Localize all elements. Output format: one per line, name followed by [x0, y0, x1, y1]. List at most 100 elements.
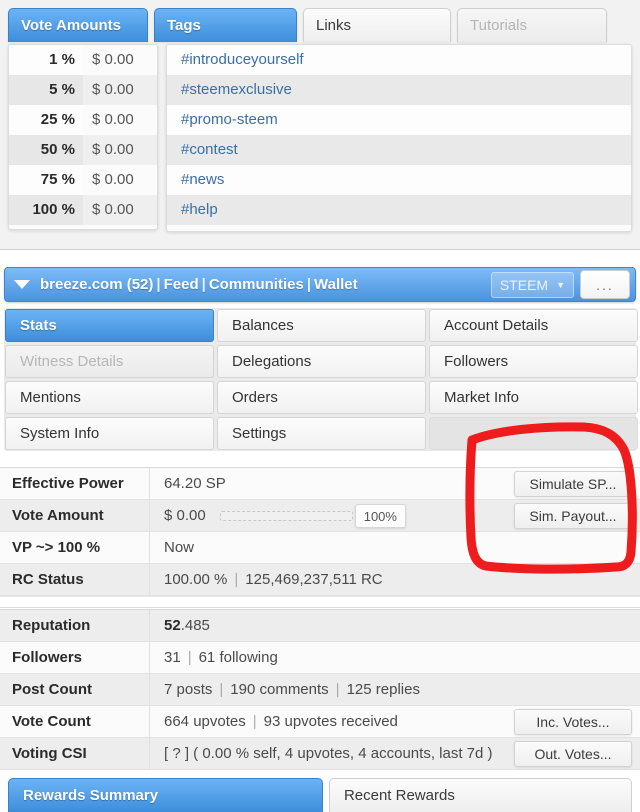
- vote-amount: $ 0.00: [83, 105, 157, 135]
- posts-count: 7 posts: [164, 681, 213, 698]
- tab-tutorials-label: Tutorials: [470, 17, 527, 34]
- table-row: Vote Count 664 upvotes | 93 upvotes rece…: [0, 706, 640, 738]
- table-row[interactable]: 25 % $ 0.00: [9, 105, 157, 135]
- tab-tags-label: Tags: [167, 17, 201, 34]
- table-row[interactable]: 100 % $ 0.00: [9, 195, 157, 225]
- vote-amount: $ 0.00: [83, 195, 157, 225]
- separator: |: [156, 276, 161, 293]
- list-item[interactable]: #steemexclusive: [167, 75, 631, 105]
- currency-select-value: STEEM: [499, 276, 549, 293]
- table-row[interactable]: 75 % $ 0.00: [9, 165, 157, 195]
- tab-links[interactable]: Links: [303, 8, 451, 42]
- top-tab-row: Vote Amounts Tags Links Tutorials: [0, 8, 640, 44]
- tab-rewards-summary-label: Rewards Summary: [23, 787, 159, 804]
- upvotes-given: 664 upvotes: [164, 713, 246, 730]
- more-options-button[interactable]: ...: [580, 270, 630, 299]
- sim-payout-button[interactable]: Sim. Payout...: [514, 503, 632, 529]
- row-label: Effective Power: [0, 468, 150, 499]
- table-row: Vote Amount $ 0.00 100% Sim. Payout...: [0, 500, 640, 532]
- chevron-down-icon: ▼: [556, 279, 565, 290]
- table-row: Reputation 52.485: [0, 610, 640, 642]
- followers-count: 31: [164, 649, 181, 666]
- vote-percent: 50 %: [40, 141, 75, 158]
- vp-recharge-value: Now: [164, 539, 195, 556]
- tab-tags[interactable]: Tags: [154, 8, 297, 42]
- effective-power-value: 64.20 SP: [164, 475, 226, 492]
- stats-table-secondary: Reputation 52.485 Followers 31 | 61 foll…: [0, 609, 640, 770]
- tab-rewards-summary[interactable]: Rewards Summary: [8, 778, 323, 812]
- list-item[interactable]: #promo-steem: [167, 105, 631, 135]
- table-row[interactable]: 5 % $ 0.00: [9, 75, 157, 105]
- voting-csi-value: [ ? ] ( 0.00 % self, 4 upvotes, 4 accoun…: [164, 745, 493, 762]
- tab-followers[interactable]: Followers: [429, 345, 638, 378]
- top-section: Vote Amounts Tags Links Tutorials 1 % $ …: [0, 0, 640, 250]
- row-label: RC Status: [0, 564, 150, 595]
- vote-amount: $ 0.00: [83, 165, 157, 195]
- row-label: Vote Count: [0, 706, 150, 737]
- currency-select[interactable]: STEEM ▼: [490, 271, 574, 298]
- incoming-votes-button[interactable]: Inc. Votes...: [514, 709, 632, 735]
- vote-weight-slider[interactable]: [219, 510, 353, 521]
- vote-weight-value: 100%: [354, 503, 406, 528]
- app-root: Vote Amounts Tags Links Tutorials 1 % $ …: [0, 0, 640, 812]
- tab-vote-amounts-label: Vote Amounts: [21, 17, 121, 34]
- nav-link-communities[interactable]: Communities: [209, 276, 304, 293]
- outgoing-votes-button[interactable]: Out. Votes...: [514, 741, 632, 767]
- row-value: 31 | 61 following: [150, 642, 640, 673]
- rc-amount: 125,469,237,511 RC: [245, 571, 383, 588]
- separator: |: [234, 571, 239, 588]
- account-links: breeze.com (52) | Feed | Communities | Wallet: [40, 276, 358, 293]
- tab-links-label: Links: [316, 17, 352, 34]
- list-item[interactable]: #contest: [167, 135, 631, 165]
- rc-percent: 100.00 %: [164, 571, 228, 588]
- following-count: 61 following: [198, 649, 278, 666]
- tab-delegations[interactable]: Delegations: [217, 345, 426, 378]
- separator: |: [219, 681, 224, 698]
- table-row: Post Count 7 posts | 190 comments | 125 …: [0, 674, 640, 706]
- separator: |: [335, 681, 340, 698]
- row-label: VP ~> 100 %: [0, 532, 150, 563]
- tab-stats[interactable]: Stats: [5, 309, 214, 342]
- tab-account-details[interactable]: Account Details: [429, 309, 638, 342]
- replies-count: 125 replies: [346, 681, 420, 698]
- vote-percent: 1 %: [49, 51, 75, 68]
- section-divider: [0, 596, 640, 608]
- table-row: Followers 31 | 61 following: [0, 642, 640, 674]
- list-item[interactable]: #help: [167, 195, 631, 225]
- account-bar-right: STEEM ▼ ...: [490, 270, 635, 299]
- simulate-sp-button[interactable]: Simulate SP...: [514, 471, 632, 497]
- table-row: Effective Power 64.20 SP Simulate SP...: [0, 468, 640, 500]
- tab-system-info[interactable]: System Info: [5, 417, 214, 450]
- tab-witness-details[interactable]: Witness Details: [5, 345, 214, 378]
- comments-count: 190 comments: [230, 681, 329, 698]
- tab-mentions[interactable]: Mentions: [5, 381, 214, 414]
- tab-vote-amounts[interactable]: Vote Amounts: [8, 8, 148, 42]
- stats-table-primary: Effective Power 64.20 SP Simulate SP... …: [0, 467, 640, 596]
- section-tab-grid: Stats Balances Account Details Witness D…: [4, 308, 638, 451]
- table-row[interactable]: 50 % $ 0.00: [9, 135, 157, 165]
- row-label: Post Count: [0, 674, 150, 705]
- row-label: Reputation: [0, 610, 150, 641]
- nav-link-wallet[interactable]: Wallet: [314, 276, 358, 293]
- row-value: 100.00 % | 125,469,237,511 RC: [150, 564, 640, 595]
- list-item[interactable]: #news: [167, 165, 631, 195]
- list-item[interactable]: #introduceyourself: [167, 45, 631, 75]
- vote-percent: 5 %: [49, 81, 75, 98]
- tab-balances[interactable]: Balances: [217, 309, 426, 342]
- tab-market-info[interactable]: Market Info: [429, 381, 638, 414]
- tab-orders[interactable]: Orders: [217, 381, 426, 414]
- nav-link-feed[interactable]: Feed: [164, 276, 199, 293]
- tab-grid-empty-cell: [429, 417, 638, 450]
- tab-recent-rewards[interactable]: Recent Rewards: [328, 778, 632, 812]
- row-label: Followers: [0, 642, 150, 673]
- tab-tutorials[interactable]: Tutorials: [457, 8, 607, 42]
- tab-settings[interactable]: Settings: [217, 417, 426, 450]
- vote-amount-value: $ 0.00: [164, 507, 206, 524]
- row-value: Now: [150, 532, 640, 563]
- reputation-whole: 52: [164, 617, 181, 634]
- upvotes-received: 93 upvotes received: [263, 713, 398, 730]
- vote-amount: $ 0.00: [83, 75, 157, 105]
- chevron-down-icon[interactable]: [14, 280, 30, 289]
- table-row[interactable]: 1 % $ 0.00: [9, 45, 157, 75]
- account-name[interactable]: breeze.com (52): [40, 276, 153, 293]
